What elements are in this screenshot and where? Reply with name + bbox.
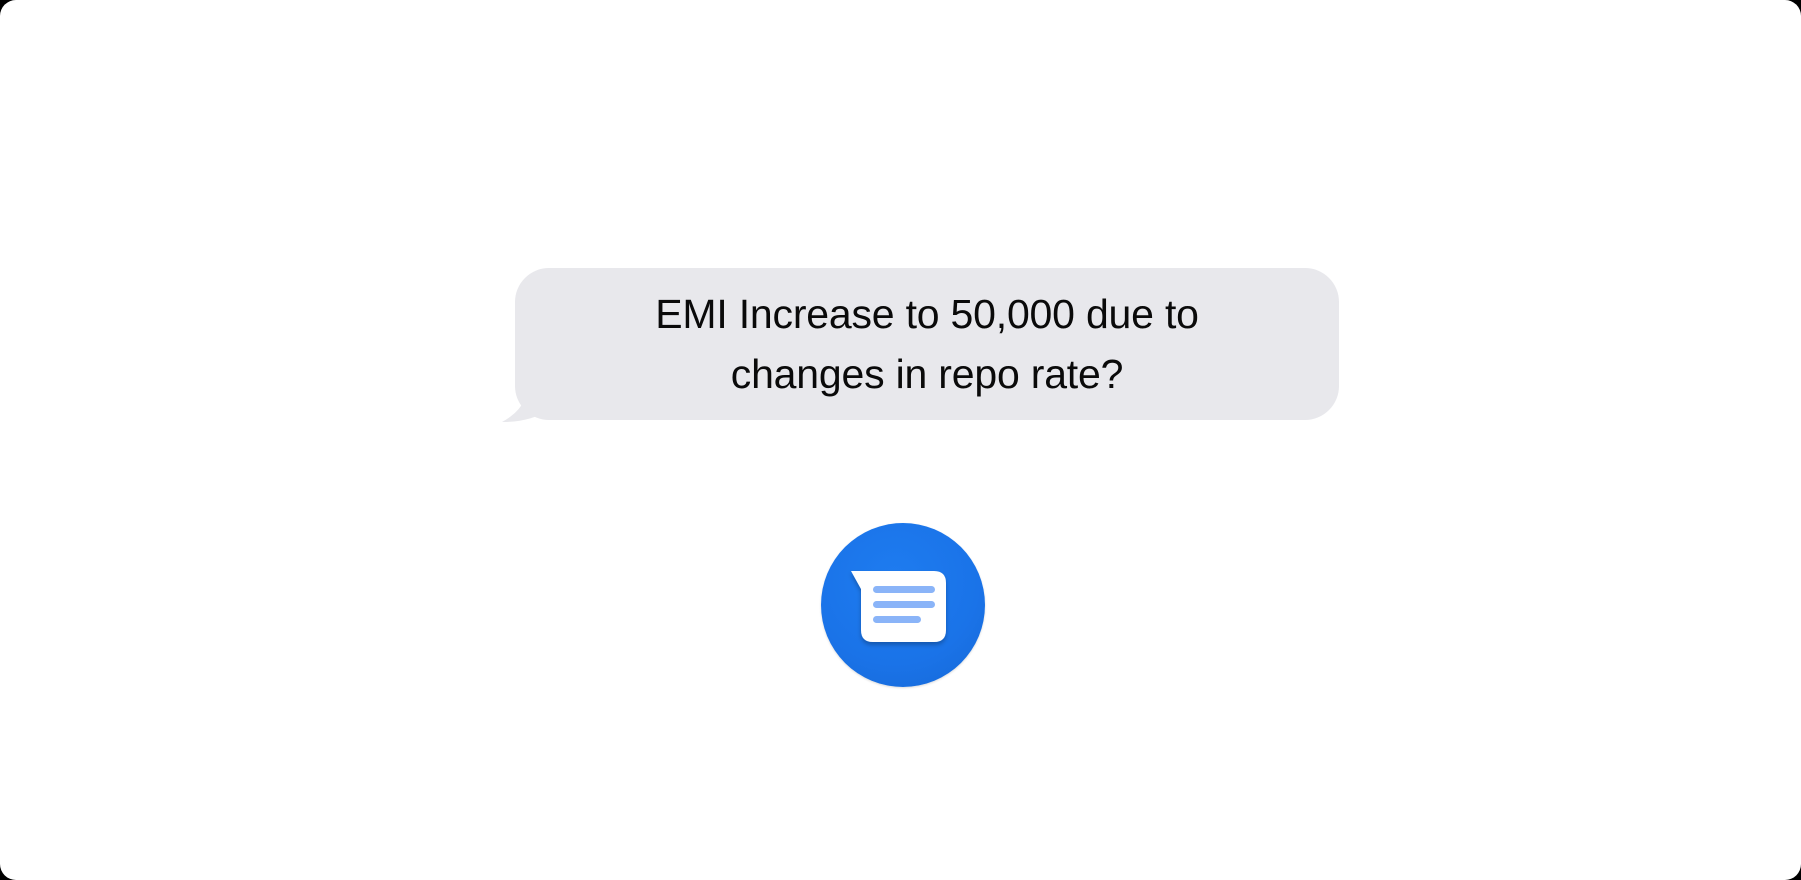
messages-app-icon[interactable]: [821, 523, 985, 687]
message-bubble[interactable]: EMI Increase to 50,000 due to changes in…: [515, 268, 1339, 420]
canvas: EMI Increase to 50,000 due to changes in…: [0, 0, 1801, 880]
message-text: EMI Increase to 50,000 due to changes in…: [655, 291, 1199, 397]
chat-bubble-icon: [851, 571, 946, 642]
